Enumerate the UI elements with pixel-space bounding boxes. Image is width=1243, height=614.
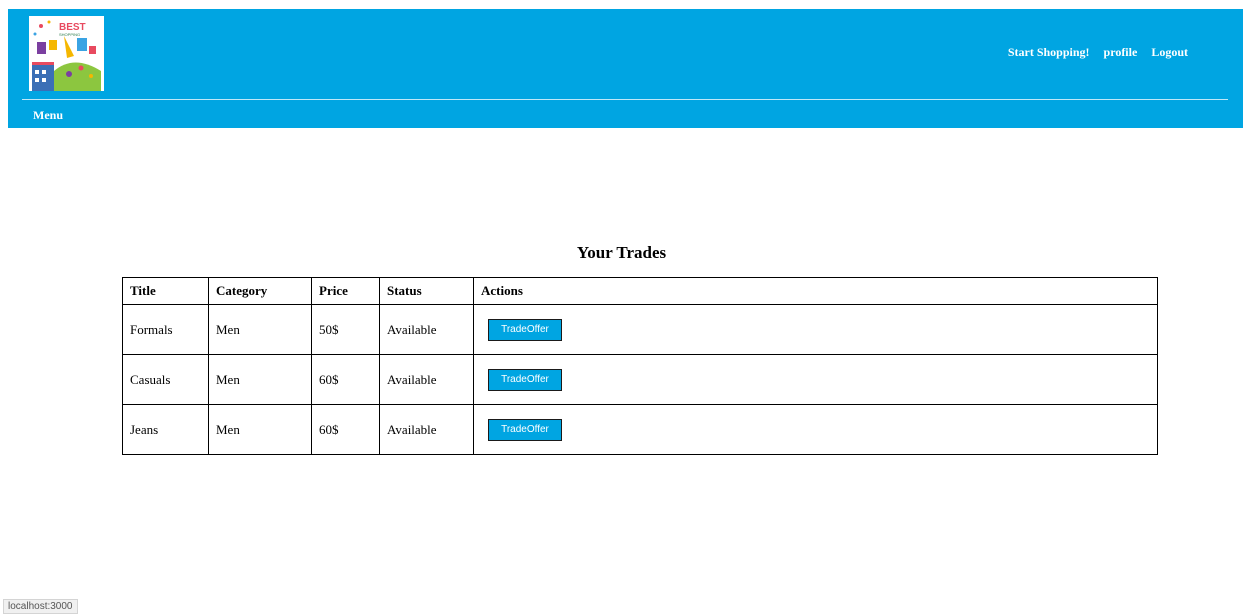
- shopping-logo-icon: BEST SHOPPING: [29, 16, 104, 91]
- cell-category: Men: [208, 404, 312, 455]
- menu-link[interactable]: Menu: [33, 108, 63, 123]
- column-header-status: Status: [379, 277, 474, 305]
- table-header-row: Title Category Price Status Actions: [122, 277, 1158, 305]
- top-nav: Start Shopping! profile Logout: [1008, 45, 1188, 60]
- profile-link[interactable]: profile: [1104, 45, 1138, 60]
- column-header-title: Title: [122, 277, 209, 305]
- column-header-price: Price: [311, 277, 380, 305]
- table-row: Casuals Men 60$ Available TradeOffer: [122, 354, 1158, 405]
- site-header: BEST SHOPPING Start Shopping! profile Lo…: [8, 9, 1243, 128]
- cell-title: Formals: [122, 304, 209, 355]
- start-shopping-link[interactable]: Start Shopping!: [1008, 45, 1090, 60]
- logout-link[interactable]: Logout: [1151, 45, 1188, 60]
- cell-actions: TradeOffer: [473, 354, 1158, 405]
- cell-price: 50$: [311, 304, 380, 355]
- site-logo[interactable]: BEST SHOPPING: [29, 16, 104, 91]
- cell-price: 60$: [311, 404, 380, 455]
- column-header-category: Category: [208, 277, 312, 305]
- page-title: Your Trades: [576, 243, 667, 262]
- table-row: Formals Men 50$ Available TradeOffer: [122, 304, 1158, 355]
- column-header-actions: Actions: [473, 277, 1158, 305]
- cell-actions: TradeOffer: [473, 304, 1158, 355]
- cell-price: 60$: [311, 354, 380, 405]
- cell-status: Available: [379, 304, 474, 355]
- cell-category: Men: [208, 304, 312, 355]
- trade-offer-button[interactable]: TradeOffer: [488, 318, 562, 341]
- trade-offer-button[interactable]: TradeOffer: [488, 368, 562, 391]
- cell-title: Jeans: [122, 404, 209, 455]
- table-row: Jeans Men 60$ Available TradeOffer: [122, 404, 1158, 455]
- svg-text:SHOPPING: SHOPPING: [59, 32, 80, 37]
- cell-title: Casuals: [122, 354, 209, 405]
- cell-status: Available: [379, 354, 474, 405]
- trade-offer-button[interactable]: TradeOffer: [488, 418, 562, 441]
- header-divider: [22, 99, 1228, 100]
- cell-status: Available: [379, 404, 474, 455]
- cell-category: Men: [208, 354, 312, 405]
- cell-actions: TradeOffer: [473, 404, 1158, 455]
- trades-table: Title Category Price Status Actions Form…: [122, 277, 1158, 455]
